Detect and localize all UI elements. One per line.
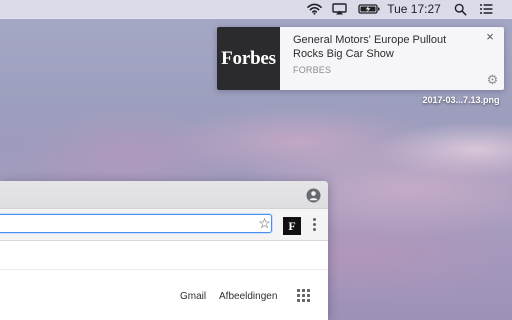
notification-center-icon[interactable] — [477, 0, 495, 18]
apps-dot — [307, 299, 310, 302]
desktop: Tue 17:27 Forbes General Motors' Europe … — [0, 0, 512, 320]
apps-dot — [302, 289, 305, 292]
chrome-menu-icon[interactable] — [309, 217, 319, 232]
forbes-notification[interactable]: Forbes General Motors' Europe Pullout Ro… — [217, 27, 504, 90]
bookmark-star-icon[interactable]: ☆ — [257, 216, 272, 231]
gmail-link[interactable]: Gmail — [180, 291, 206, 302]
menu-dot — [312, 228, 316, 231]
address-bar[interactable] — [0, 214, 272, 233]
apps-dot — [297, 299, 300, 302]
browser-toolbar: ☆ F — [0, 209, 328, 241]
page-divider — [0, 269, 328, 270]
apps-dot — [307, 294, 310, 297]
forbes-logo: Forbes — [217, 27, 280, 90]
google-apps-icon[interactable] — [297, 289, 311, 303]
airplay-icon[interactable] — [330, 0, 348, 18]
apps-dot — [302, 294, 305, 297]
wifi-icon[interactable] — [305, 0, 323, 18]
profile-icon[interactable] — [306, 188, 321, 203]
apps-dot — [297, 289, 300, 292]
notification-title: General Motors' Europe Pullout Rocks Big… — [293, 34, 447, 60]
battery-charging-icon[interactable] — [356, 0, 381, 18]
menu-dot — [312, 218, 316, 221]
menu-bar: Tue 17:27 — [0, 0, 512, 19]
notification-source: FORBES — [293, 65, 332, 75]
desktop-file-label: 2017-03...7.13.png — [422, 95, 500, 105]
apps-dot — [302, 299, 305, 302]
spotlight-search-icon[interactable] — [452, 0, 468, 18]
browser-tab-strip — [0, 181, 328, 209]
menu-dot — [312, 223, 316, 226]
menu-bar-clock[interactable]: Tue 17:27 — [387, 0, 441, 18]
apps-dot — [297, 294, 300, 297]
forbes-extension-icon[interactable]: F — [283, 217, 301, 235]
images-link[interactable]: Afbeeldingen — [219, 291, 277, 302]
gear-icon[interactable]: ⚙ — [486, 73, 499, 86]
browser-page: Gmail Afbeeldingen — [0, 241, 328, 320]
browser-window: ☆ F Gmail Afbeeldingen — [0, 181, 328, 320]
close-icon[interactable]: × — [483, 30, 497, 44]
apps-dot — [307, 289, 310, 292]
